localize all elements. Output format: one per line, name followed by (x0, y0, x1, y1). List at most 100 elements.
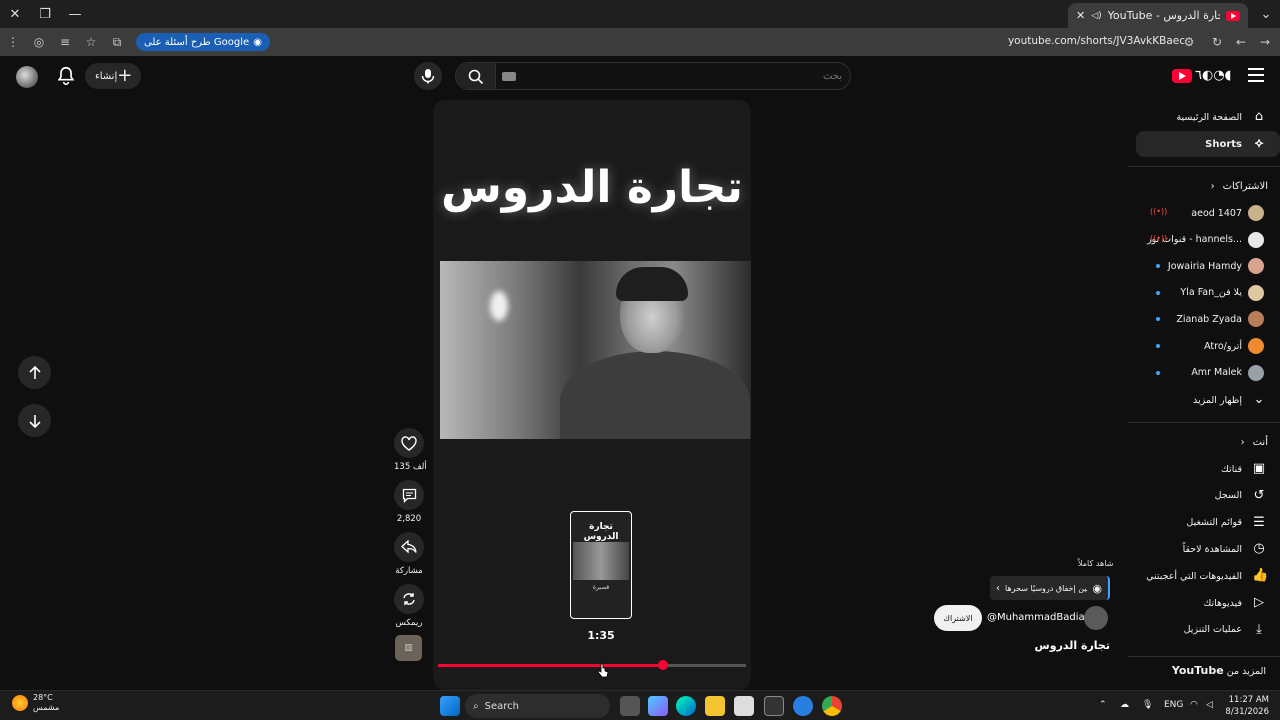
divider (1128, 422, 1280, 423)
video-preview-thumbnail[interactable]: تجارة الدروس قصيرة (570, 511, 632, 619)
chevron-down-icon: ⌄ (1253, 392, 1265, 407)
task-view-icon[interactable] (620, 696, 640, 716)
tab-audio-icon[interactable]: ◁) (1091, 11, 1101, 21)
comment-icon (402, 488, 416, 503)
subscription-item[interactable]: Atro/أترو (1136, 333, 1280, 359)
restore-window-icon[interactable]: ❐ (30, 0, 60, 28)
divider (1128, 656, 1280, 657)
url-text[interactable]: youtube.com/shorts/JV3AvkKBaec (1008, 35, 1185, 47)
microphone-icon (421, 69, 435, 84)
clock-date: 8/31/2026 (1225, 707, 1269, 717)
minimize-window-icon[interactable]: — (60, 0, 90, 28)
subscriptions-heading[interactable]: › الاشتراكات (1136, 175, 1280, 197)
taskbar-search[interactable]: ⌕ Search (465, 694, 610, 718)
tab-search-icon[interactable]: ⌄ (1256, 4, 1276, 24)
youtube-logo[interactable]: ٦◐◔◖ (1172, 68, 1232, 83)
subscription-item[interactable]: قنوات نور - hannels... ((•)) (1136, 227, 1280, 253)
sound-thumbnail[interactable]: ▥ (395, 635, 422, 661)
next-short-button[interactable] (18, 404, 51, 437)
show-more-button[interactable]: إظهار المزيد ⌄ (1136, 387, 1280, 413)
sidebar-item[interactable]: Shorts ⟡ (1136, 131, 1280, 157)
tab-close-icon[interactable]: ✕ (1076, 9, 1085, 22)
create-button[interactable]: إنشاء + (85, 63, 141, 89)
sidebar-item[interactable]: الفيديوهات التي أعجبتني 👍 (1136, 563, 1280, 589)
sidebar-item[interactable]: قوائم التشغيل ☰ (1136, 510, 1280, 536)
sidebar-item-label: Zianab Zyada (1176, 313, 1242, 325)
site-settings-icon[interactable]: ⚙ (1176, 28, 1202, 56)
youtube-logo-doodle-icon: ٦◐◔◖ (1195, 68, 1232, 83)
screenshot-icon[interactable]: ⧉ (104, 28, 130, 56)
shorts-player[interactable]: تجارة الدروس تجارة الدروس قصيرة 1:35 (433, 100, 751, 690)
channel-avatar (1248, 205, 1264, 221)
sidebar-item[interactable]: عمليات التنزيل ⤓ (1136, 617, 1280, 643)
language-indicator[interactable]: ENG (1164, 700, 1183, 710)
chevron-right-icon: › (1240, 436, 1245, 448)
file-explorer-icon[interactable] (705, 696, 725, 716)
share-button[interactable]: مشاركة (394, 532, 424, 576)
guide-menu-icon[interactable] (1248, 68, 1264, 82)
subscribe-button[interactable]: الاشتراك (934, 605, 982, 631)
account-avatar[interactable] (16, 66, 38, 88)
subscription-item[interactable]: Amr Malek (1136, 360, 1280, 386)
plus-icon: + (117, 65, 133, 86)
search-button[interactable] (456, 63, 496, 89)
new-content-dot (1156, 344, 1160, 348)
sidebar-item-label: قناتك (1221, 463, 1242, 475)
tray-chevron-icon[interactable]: ⌃ (1099, 700, 1107, 710)
related-video-card[interactable]: ‹ يتسمين إخفاق دروسيًا سحرها ◉ (990, 576, 1110, 600)
forward-arrow-icon[interactable]: → (1252, 28, 1278, 56)
browser-tab[interactable]: ✕ ◁) YouTube - تجارة الدروس (1068, 3, 1248, 28)
like-button[interactable]: 135 ألف (394, 428, 427, 472)
search-input[interactable] (542, 63, 842, 89)
keyboard-icon[interactable] (502, 72, 516, 81)
sidebar-item[interactable]: السجل ↺ (1136, 483, 1280, 509)
subscription-item[interactable]: Yla Fan_يلا فن (1136, 280, 1280, 306)
sidebar-item-label: Shorts (1205, 138, 1242, 150)
hand-cursor-icon (597, 663, 609, 678)
wifi-icon[interactable]: ◠ (1190, 700, 1198, 710)
store-icon[interactable] (734, 696, 754, 716)
voice-search-button[interactable] (414, 62, 442, 90)
notifications-bell-icon[interactable] (55, 65, 77, 87)
weather-widget[interactable]: 28°C مشمس (12, 693, 59, 713)
arrow-up-icon (28, 365, 41, 379)
sidebar-item[interactable]: قناتك ▣ (1136, 456, 1280, 482)
new-content-dot (1156, 317, 1160, 322)
subscription-item[interactable]: Jowairia Hamdy (1136, 253, 1280, 279)
google-ask-chip[interactable]: طرح أسئلة على Google ◉ (136, 33, 270, 51)
comments-button[interactable]: 2,820 (394, 480, 424, 524)
reload-icon[interactable]: ↻ (1204, 28, 1230, 56)
windows-start-icon[interactable] (440, 696, 460, 716)
profile-icon[interactable]: ◎ (26, 28, 52, 56)
subscription-item[interactable]: aeod 1407 ((•)) (1136, 200, 1280, 226)
home-icon: ⌂ (1254, 109, 1264, 124)
app-blue-icon[interactable] (793, 696, 813, 716)
live-indicator-icon: ((•)) (1150, 233, 1168, 243)
previous-short-button[interactable] (18, 356, 51, 389)
volume-icon[interactable]: ◁ (1206, 700, 1213, 710)
tray-app-icon[interactable]: ☁ (1120, 700, 1129, 710)
copilot-icon[interactable] (648, 696, 668, 716)
sidebar-item[interactable]: الصفحة الرئيسية ⌂ (1136, 104, 1280, 130)
sidebar-item[interactable]: فيديوهاتك ▷ (1136, 590, 1280, 616)
channel-handle[interactable]: @MuhammadBadia22 (987, 612, 1097, 623)
subscription-item[interactable]: Zianab Zyada (1136, 306, 1280, 332)
back-arrow-icon[interactable]: ← (1228, 28, 1254, 56)
menu-dots-icon[interactable]: ⋮ (0, 28, 26, 56)
bookmark-star-icon[interactable]: ☆ (78, 28, 104, 56)
close-window-icon[interactable]: ✕ (0, 0, 30, 28)
search-icon (468, 69, 483, 85)
tray-mic-icon[interactable]: 🎙 (1142, 700, 1153, 710)
chrome-icon[interactable] (822, 696, 842, 716)
video-progress-bar[interactable] (438, 660, 746, 670)
app-icon[interactable] (764, 696, 784, 716)
reading-list-icon[interactable]: ≡ (52, 28, 78, 56)
channel-avatar[interactable] (1084, 606, 1108, 630)
taskbar-search-label: Search (484, 700, 519, 712)
sidebar-item[interactable]: المشاهدة لاحقاً ◷ (1136, 536, 1280, 562)
remix-button[interactable]: ريمكس (394, 584, 424, 628)
edge-icon[interactable] (676, 696, 696, 716)
system-clock[interactable]: 11:27 AM 8/31/2026 (1225, 694, 1269, 718)
you-heading[interactable]: › أنت (1136, 431, 1280, 453)
progress-scrubber[interactable] (657, 660, 668, 670)
